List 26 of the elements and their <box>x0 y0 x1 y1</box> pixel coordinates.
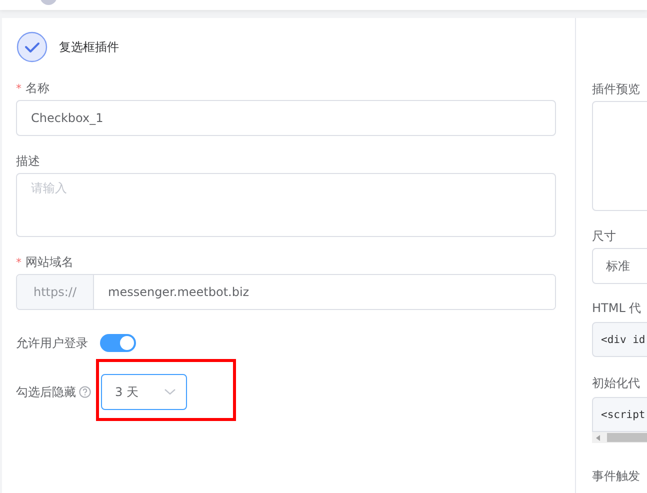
toggle-switch[interactable] <box>100 334 136 352</box>
field-label: 尺寸 <box>592 228 617 244</box>
protocol-prefix: https:// <box>17 275 94 309</box>
duration-select[interactable]: 3 天 <box>101 374 187 410</box>
field-label: 描述 <box>16 152 40 170</box>
plugin-title: 复选框插件 <box>59 38 119 56</box>
name-field[interactable]: Checkbox_1 <box>16 100 556 136</box>
field-label: 名称 <box>26 80 50 96</box>
size-select[interactable]: 标准 <box>592 248 647 284</box>
code-block: <div id <box>592 322 647 357</box>
field-label: 插件预览 <box>592 81 641 97</box>
field-label: HTML 代 <box>592 300 642 316</box>
code-block: <script <box>592 397 647 432</box>
domain-field[interactable]: https:// messenger.meetbot.biz <box>16 274 556 310</box>
field-label: 初始化代 <box>592 375 641 391</box>
field-label: 允许用户登录 <box>16 334 88 352</box>
chevron-down-icon <box>164 388 176 396</box>
field-label: 网站域名 <box>26 254 74 270</box>
help-icon[interactable] <box>79 386 91 398</box>
scroll-left-icon[interactable] <box>596 434 601 440</box>
description-field[interactable]: 请输入 <box>16 173 556 237</box>
required-mark: * <box>16 256 22 268</box>
field-label: 事件触发 <box>592 468 641 484</box>
field-label: 勾选后隐藏 <box>16 384 76 400</box>
checkmark-icon <box>16 31 48 63</box>
required-mark: * <box>16 82 22 94</box>
